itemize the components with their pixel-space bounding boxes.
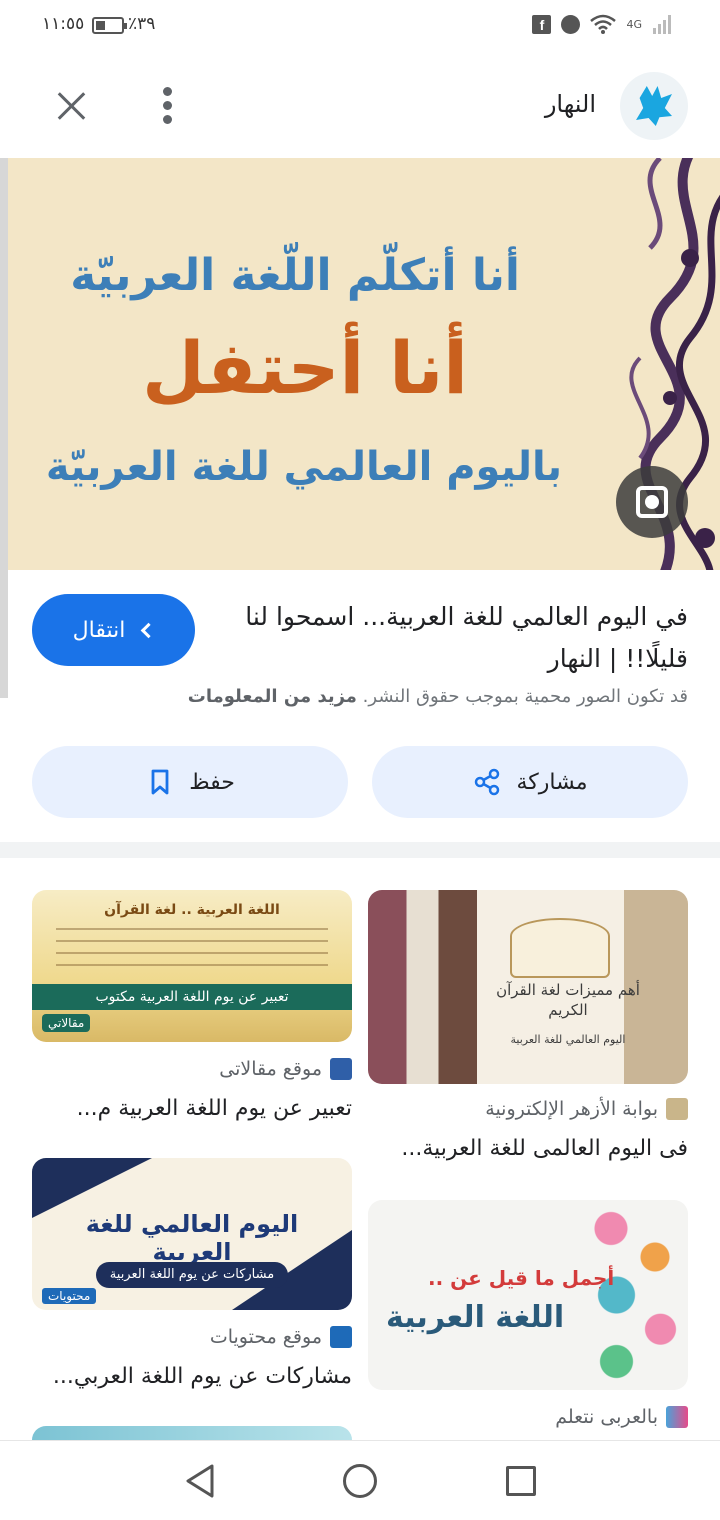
- related-image[interactable]: اللغة العربية .. لغة القرآن تعبير عن يوم…: [32, 890, 352, 1042]
- related-card[interactable]: اليوم العالمي للغة العربية مشاركات عن يو…: [32, 1158, 352, 1398]
- related-source-name: بالعربى نتعلم: [555, 1406, 658, 1428]
- source-name[interactable]: النهار: [545, 90, 596, 118]
- wifi-icon: [590, 14, 617, 34]
- share-icon: [475, 768, 500, 796]
- related-image[interactable]: أجمل ما قيل عن .. اللغة العربية: [368, 1200, 688, 1390]
- related-image-text: أهم مميزات لغة القرآن الكريم: [496, 981, 640, 1019]
- floral-pattern: [578, 1200, 688, 1390]
- share-label: مشاركة: [516, 769, 588, 795]
- copyright-notice: قد تكون الصور محمية بموجب حقوق النشر. مز…: [188, 686, 688, 707]
- viewer-header: النهار: [0, 54, 720, 158]
- related-image-banner: تعبير عن يوم اللغة العربية مكتوب: [32, 984, 352, 1010]
- related-source: موقع مقالاتى: [219, 1058, 352, 1080]
- close-icon[interactable]: [52, 86, 92, 126]
- text-lines-decoration: [56, 928, 328, 976]
- related-image[interactable]: [32, 1426, 352, 1440]
- section-divider: [0, 842, 720, 858]
- related-source-name: موقع مقالاتى: [219, 1058, 322, 1080]
- share-button[interactable]: مشاركة: [372, 746, 688, 818]
- related-source: بوابة الأزهر الإلكترونية: [485, 1098, 688, 1120]
- related-source-name: موقع محتويات: [209, 1326, 322, 1348]
- google-lens-icon[interactable]: [616, 466, 688, 538]
- related-source-name: بوابة الأزهر الإلكترونية: [485, 1098, 658, 1120]
- favicon-icon: [666, 1406, 688, 1428]
- related-image-text: أجمل ما قيل عن ..: [428, 1266, 615, 1290]
- visit-button[interactable]: انتقال: [32, 594, 195, 666]
- more-info-link[interactable]: مزيد من المعلومات: [188, 686, 357, 707]
- home-circle-icon[interactable]: [343, 1464, 377, 1498]
- related-image[interactable]: أهم مميزات لغة القرآن الكريم اليوم العال…: [368, 890, 688, 1084]
- facebook-icon: f: [532, 14, 552, 34]
- related-image[interactable]: اليوم العالمي للغة العربية مشاركات عن يو…: [32, 1158, 352, 1310]
- related-image-heading: اللغة العربية .. لغة القرآن: [104, 902, 280, 918]
- related-card[interactable]: أجمل ما قيل عن .. اللغة العربية بالعربى …: [368, 1200, 688, 1440]
- status-time: ١١:٥٥: [42, 14, 85, 34]
- save-button[interactable]: حفظ: [32, 746, 348, 818]
- related-title[interactable]: فى اليوم العالمى للغة العربية...: [368, 1136, 688, 1161]
- bookmark-icon: [151, 769, 169, 795]
- recent-square-icon[interactable]: [506, 1466, 536, 1496]
- save-label: حفظ: [189, 769, 235, 795]
- related-image-tag: محتويات: [42, 1288, 97, 1304]
- more-vert-icon[interactable]: [158, 84, 178, 128]
- copyright-text: قد تكون الصور محمية بموجب حقوق النشر.: [362, 686, 688, 707]
- chevron-left-icon: [141, 622, 157, 638]
- battery-percent: ٪٣٩: [128, 14, 156, 34]
- signal-icon: [653, 15, 671, 34]
- quran-book-graphic: [510, 918, 610, 978]
- related-image-heading: اليوم العالمي للغة العربية: [85, 1210, 299, 1266]
- back-triangle-icon[interactable]: [184, 1463, 216, 1499]
- related-source: موقع محتويات: [210, 1326, 352, 1348]
- network-label: 4G: [626, 17, 642, 31]
- related-title[interactable]: تعبير عن يوم اللغة العربية م...: [32, 1096, 352, 1121]
- hero-text-line1: أنا أتكلّم اللّغة العربيّة: [70, 250, 520, 301]
- ball-icon: [561, 14, 581, 34]
- related-card[interactable]: أهم مميزات لغة القرآن الكريم اليوم العال…: [368, 890, 688, 1180]
- related-source: بالعربى نتعلم: [555, 1406, 688, 1428]
- battery-icon: [92, 17, 127, 34]
- related-card[interactable]: اللغة العربية .. لغة القرآن تعبير عن يوم…: [32, 890, 352, 1130]
- system-nav-bar: [0, 1440, 720, 1520]
- favicon-icon: [330, 1326, 352, 1348]
- related-image-tag: مقالاتي: [42, 1014, 91, 1032]
- image-title[interactable]: في اليوم العالمي للغة العربية... اسمحوا …: [228, 596, 688, 680]
- hero-text-line3: باليوم العالمي للغة العربيّة: [45, 444, 562, 490]
- related-card[interactable]: [32, 1426, 352, 1440]
- related-image-subtext: اليوم العالمي للغة العربية: [510, 1033, 626, 1046]
- related-image-banner: مشاركات عن يوم اللغة العربية: [96, 1262, 288, 1288]
- related-title[interactable]: مشاركات عن يوم اللغة العربي...: [32, 1364, 352, 1389]
- source-logo[interactable]: [620, 72, 688, 140]
- related-image-heading: اللغة العربية: [386, 1300, 565, 1335]
- hero-text-line2: أنا أحتفل: [142, 326, 468, 410]
- favicon-icon: [666, 1098, 688, 1120]
- visit-label: انتقال: [72, 617, 126, 643]
- favicon-icon: [330, 1058, 352, 1080]
- status-bar: ١١:٥٥ ٪٣٩ f 4G: [0, 0, 720, 54]
- hero-image[interactable]: أنا أتكلّم اللّغة العربيّة أنا أحتفل بال…: [8, 158, 720, 570]
- status-icons: f 4G: [532, 14, 674, 34]
